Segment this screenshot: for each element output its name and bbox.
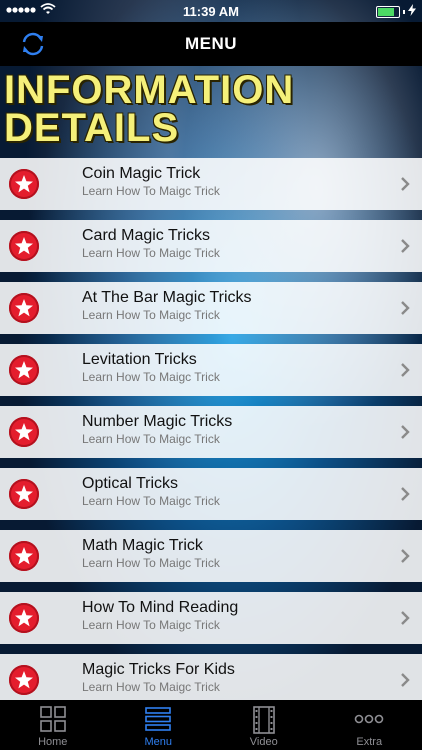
list-item[interactable]: Math Magic Trick Learn How To Maigc Tric…: [0, 530, 422, 582]
tab-label: Extra: [356, 736, 383, 748]
app-screen: 11:39 AM MENU INFORMATION DETAILS Coin M…: [0, 0, 422, 750]
chevron-right-icon: [401, 363, 410, 377]
list-item[interactable]: How To Mind Reading Learn How To Maigc T…: [0, 592, 422, 644]
star-icon: [9, 479, 39, 509]
list-item-subtitle: Learn How To Maigc Trick: [82, 308, 220, 322]
chevron-right-icon: [401, 177, 410, 191]
chevron-right-icon: [401, 239, 410, 253]
list-item-title: Card Magic Tricks: [82, 227, 211, 244]
list-item-title: Magic Tricks For Kids: [82, 661, 235, 678]
list-item[interactable]: Magic Tricks For Kids Learn How To Maigc…: [0, 654, 422, 706]
chevron-right-icon: [401, 487, 410, 501]
tab-label: Home: [38, 736, 68, 748]
nav-bar: MENU: [0, 22, 422, 66]
list-item-subtitle: Learn How To Maigc Trick: [82, 184, 220, 198]
status-time: 11:39 AM: [183, 4, 239, 19]
list-icon: [145, 707, 172, 731]
star-icon: [9, 355, 39, 385]
more-icon: [354, 714, 384, 724]
list-item[interactable]: Number Magic Tricks Learn How To Maigc T…: [0, 406, 422, 458]
tab-label: Menu: [144, 736, 173, 748]
chevron-right-icon: [401, 425, 410, 439]
list-item-subtitle: Learn How To Maigc Trick: [82, 556, 220, 570]
film-icon: [252, 706, 275, 734]
star-icon: [9, 603, 39, 633]
star-icon: [9, 417, 39, 447]
list-item-title: Coin Magic Trick: [82, 165, 201, 182]
tab-label: Video: [249, 736, 278, 748]
list-item[interactable]: At The Bar Magic Tricks Learn How To Mai…: [0, 282, 422, 334]
list-item-subtitle: Learn How To Maigc Trick: [82, 370, 220, 384]
tab-extra[interactable]: Extra: [317, 700, 422, 750]
list-item[interactable]: Coin Magic Trick Learn How To Maigc Tric…: [0, 158, 422, 210]
grid-icon: [39, 706, 66, 732]
battery-tip: [403, 9, 405, 14]
tab-bar: Home Menu Video Extra: [0, 700, 422, 750]
list-item[interactable]: Optical Tricks Learn How To Maigc Trick: [0, 468, 422, 520]
list-item-title: Number Magic Tricks: [82, 413, 233, 430]
battery-fill: [378, 7, 394, 16]
list-item-title: At The Bar Magic Tricks: [82, 289, 252, 306]
banner-line-2: DETAILS: [4, 106, 180, 150]
tab-home[interactable]: Home: [0, 700, 106, 750]
list-item-title: How To Mind Reading: [82, 599, 239, 616]
list-item-title: Math Magic Trick: [82, 537, 203, 554]
star-icon: [9, 541, 39, 571]
charging-bolt-icon: [408, 4, 416, 19]
tab-video[interactable]: Video: [211, 700, 317, 750]
list-item-subtitle: Learn How To Maigc Trick: [82, 432, 220, 446]
list-item-title: Optical Tricks: [82, 475, 179, 492]
star-icon: [9, 169, 39, 199]
chevron-right-icon: [401, 549, 410, 563]
chevron-right-icon: [401, 673, 410, 687]
chevron-right-icon: [401, 301, 410, 315]
list-item-title: Levitation Tricks: [82, 351, 197, 368]
battery-icon: [376, 5, 400, 18]
star-icon: [9, 293, 39, 323]
star-icon: [9, 665, 39, 695]
list-item[interactable]: Card Magic Tricks Learn How To Maigc Tri…: [0, 220, 422, 272]
list-item-subtitle: Learn How To Maigc Trick: [82, 680, 220, 694]
status-bar: 11:39 AM: [0, 0, 422, 22]
chevron-right-icon: [401, 611, 410, 625]
banner: INFORMATION DETAILS: [0, 66, 422, 158]
list-item-subtitle: Learn How To Maigc Trick: [82, 618, 220, 632]
list-item-subtitle: Learn How To Maigc Trick: [82, 246, 220, 260]
list-item-subtitle: Learn How To Maigc Trick: [82, 494, 220, 508]
list-item[interactable]: Levitation Tricks Learn How To Maigc Tri…: [0, 344, 422, 396]
status-right: [376, 4, 416, 19]
tab-menu[interactable]: Menu: [106, 700, 212, 750]
page-title: MENU: [184, 34, 238, 53]
star-icon: [9, 231, 39, 261]
